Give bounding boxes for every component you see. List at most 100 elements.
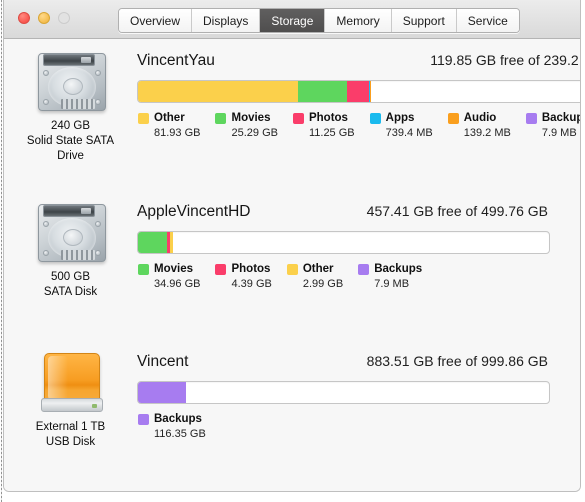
- capacity-legend: Backups 116.35 GB: [137, 413, 550, 440]
- legend-header: Backups: [358, 263, 422, 275]
- legend-header: Apps: [369, 112, 433, 124]
- legend-label: Backups: [374, 263, 423, 275]
- legend-item: Movies 25.29 GB: [215, 112, 278, 139]
- drive-details-column: AppleVincentHD 457.41 GB free of 499.76 G…: [137, 196, 580, 300]
- drive-header: VincentYau 119.85 GB free of 239.2 GB: [137, 52, 580, 70]
- capacity-segment-other: [138, 81, 298, 102]
- drive-entry: 500 GB SATA Disk AppleVincentHD 457.41 GB …: [4, 196, 580, 300]
- legend-value: 7.9 MB: [374, 278, 410, 290]
- legend-header: Other: [286, 263, 343, 275]
- tab-storage[interactable]: Storage: [260, 9, 326, 32]
- drive-icon-column: 500 GB SATA Disk: [4, 196, 137, 300]
- legend-item: Backups 116.35 GB: [138, 413, 206, 440]
- drive-details-column: Vincent 883.51 GB free of 999.86 GB Backup…: [137, 346, 580, 450]
- legend-swatch-movies-icon: [138, 263, 149, 275]
- zoom-button: [58, 12, 70, 24]
- legend-label: Other: [154, 112, 185, 124]
- capacity-segment-movies: [297, 81, 347, 102]
- capacity-legend: Movies 34.96 GB Photos 4.39 GB Other 2.99 GB B…: [137, 263, 550, 290]
- legend-label: Backups: [154, 413, 202, 425]
- internal-hard-drive-icon: [36, 51, 106, 113]
- drive-icon-column: External 1 TB USB Disk: [4, 346, 137, 450]
- drive-header: AppleVincentHD 457.41 GB free of 499.76 G…: [137, 203, 550, 221]
- capacity-bar-segments: [138, 81, 580, 102]
- legend-label: Apps: [385, 112, 415, 124]
- drive-entry: External 1 TB USB Disk Vincent 883.51 GB f…: [4, 346, 580, 450]
- legend-value: 139.2 MB: [463, 127, 511, 139]
- free-space-label: 457.41 GB free of 499.76 GB: [366, 203, 548, 219]
- volume-name: Vincent: [137, 353, 189, 370]
- legend-label: Photos: [308, 112, 348, 124]
- drive-entry: 240 GB Solid State SATA Drive VincentYau 1…: [4, 45, 580, 164]
- close-button[interactable]: [18, 12, 30, 24]
- minimize-button[interactable]: [38, 12, 50, 24]
- legend-label: Movies: [154, 263, 193, 275]
- legend-swatch-photos-icon: [292, 112, 304, 124]
- legend-value: 25.29 GB: [231, 127, 278, 139]
- window-titlebar[interactable]: Overview Displays Storage Memory Support Serv…: [4, 0, 580, 39]
- legend-header: Backups: [138, 413, 206, 425]
- free-space-label: 883.51 GB free of 999.86 GB: [366, 353, 548, 369]
- drive-description: 500 GB SATA Disk: [43, 271, 98, 298]
- legend-swatch-other-icon: [286, 263, 298, 275]
- tab-memory[interactable]: Memory: [325, 9, 392, 32]
- legend-label: Photos: [231, 263, 271, 275]
- capacity-bar-segments: [138, 232, 549, 253]
- legend-swatch-photos-icon: [215, 263, 227, 275]
- legend-item: Apps 739.4 MB: [369, 112, 433, 139]
- internal-hard-drive-icon: [36, 202, 106, 264]
- legend-item: Audio 139.2 MB: [447, 112, 511, 139]
- legend-header: Movies: [215, 112, 277, 124]
- tab-service[interactable]: Service: [456, 9, 519, 32]
- drive-icon-column: 240 GB Solid State SATA Drive: [4, 45, 137, 164]
- legend-header: Movies: [138, 263, 200, 275]
- legend-header: Photos: [215, 263, 271, 275]
- legend-swatch-backups-icon: [525, 112, 537, 124]
- legend-header: Other: [138, 112, 200, 124]
- legend-swatch-apps-icon: [369, 112, 381, 124]
- legend-value: 7.9 MB: [541, 127, 577, 139]
- legend-value: 116.35 GB: [154, 428, 206, 440]
- legend-item: Backups 7.9 MB: [358, 263, 422, 290]
- storage-panel: 240 GB Solid State SATA Drive VincentYau 1…: [4, 39, 580, 491]
- capacity-legend: Other 81.93 GB Movies 25.29 GB Photos 11.25 G…: [137, 112, 580, 139]
- legend-value: 11.25 GB: [308, 127, 355, 139]
- legend-value: 34.96 GB: [154, 278, 201, 290]
- capacity-bar: [137, 231, 550, 254]
- volume-name: AppleVincentHD: [137, 203, 251, 220]
- legend-label: Backups: [541, 112, 580, 124]
- external-usb-drive-icon: [36, 352, 106, 414]
- volume-name: VincentYau: [137, 52, 215, 69]
- legend-label: Movies: [231, 112, 271, 124]
- drive-description: 240 GB Solid State SATA Drive: [26, 120, 115, 162]
- legend-value: 81.93 GB: [154, 127, 201, 139]
- legend-item: Movies 34.96 GB: [138, 263, 200, 290]
- legend-item: Photos 4.39 GB: [215, 263, 272, 290]
- capacity-segment-movies: [138, 232, 167, 253]
- legend-swatch-backups-icon: [358, 263, 370, 275]
- tab-displays[interactable]: Displays: [192, 9, 261, 32]
- legend-item: Photos 11.25 GB: [292, 112, 355, 139]
- drive-details-column: VincentYau 119.85 GB free of 239.2 GB Othe…: [137, 45, 580, 164]
- capacity-bar: [137, 381, 550, 404]
- legend-item: Backups 7.9 MB: [525, 112, 580, 139]
- legend-header: Photos: [292, 112, 355, 124]
- drive-header: Vincent 883.51 GB free of 999.86 GB: [137, 353, 550, 371]
- legend-swatch-backups-icon: [138, 413, 149, 425]
- window-controls: [18, 12, 70, 24]
- legend-value: 4.39 GB: [231, 278, 272, 290]
- tab-overview[interactable]: Overview: [119, 9, 193, 32]
- capacity-segment-other: [170, 232, 173, 253]
- legend-swatch-movies-icon: [215, 112, 227, 124]
- legend-swatch-other-icon: [138, 112, 149, 124]
- free-space-label: 119.85 GB free of 239.2 GB: [430, 52, 580, 68]
- capacity-bar: [137, 80, 580, 103]
- capacity-segment-backups: [138, 382, 186, 403]
- legend-label: Audio: [463, 112, 497, 124]
- drive-description: External 1 TB USB Disk: [35, 421, 106, 448]
- legend-item: Other 2.99 GB: [286, 263, 343, 290]
- about-this-mac-window: Overview Displays Storage Memory Support Serv…: [3, 0, 581, 492]
- tab-support[interactable]: Support: [391, 9, 457, 32]
- capacity-segment-photos: [346, 81, 369, 102]
- legend-value: 739.4 MB: [385, 127, 433, 139]
